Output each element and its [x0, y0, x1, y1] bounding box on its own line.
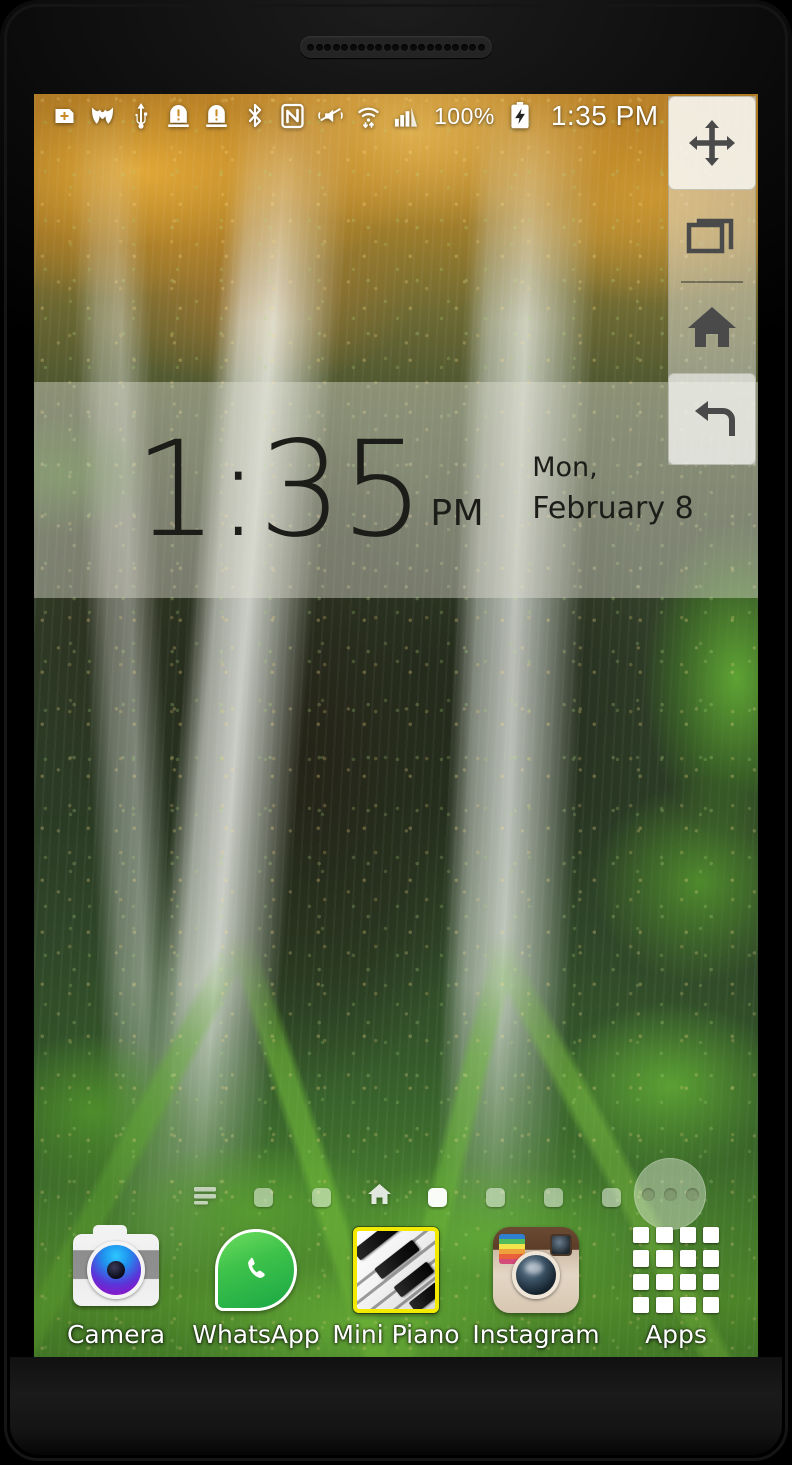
page-indicator-home[interactable]: [350, 1180, 408, 1214]
dock-item-mini-piano[interactable]: Mini Piano: [330, 1226, 462, 1349]
overflow-dot: [685, 1187, 699, 1201]
page-indicator-6[interactable]: [524, 1180, 582, 1214]
dock-item-instagram[interactable]: Instagram: [470, 1226, 602, 1349]
page-dot-active: [427, 1187, 447, 1207]
instagram-icon[interactable]: [492, 1226, 580, 1314]
speaker-hole: [418, 43, 426, 51]
speaker-hole: [392, 43, 400, 51]
bluetooth-icon: [242, 103, 267, 129]
dock-item-apps[interactable]: Apps: [610, 1226, 742, 1349]
page-indicator-7[interactable]: [582, 1180, 640, 1214]
page-indicator-menu[interactable]: [176, 1180, 234, 1214]
speaker-hole: [435, 43, 443, 51]
usb-icon: [128, 103, 153, 129]
nfc-icon: [280, 103, 305, 129]
clock-widget[interactable]: 1:35 PM Mon, February 8: [34, 382, 758, 598]
speaker-hole: [358, 43, 366, 51]
alert-warning-icon-1: [166, 103, 191, 129]
nav-recent-apps-button[interactable]: [669, 189, 755, 281]
status-bar[interactable]: 100% 1:35 PM: [34, 94, 758, 138]
medical-card-icon: [52, 103, 77, 129]
back-arrow-icon: [686, 398, 738, 440]
page-indicator-4[interactable]: [408, 1180, 466, 1214]
nav-drag-handle[interactable]: [668, 96, 756, 190]
speaker-hole: [452, 43, 460, 51]
speaker-hole: [315, 43, 323, 51]
speaker-hole: [341, 43, 349, 51]
speaker-hole: [426, 43, 434, 51]
page-indicator-1[interactable]: [234, 1180, 292, 1214]
page-dot: [485, 1187, 505, 1207]
nav-back-button[interactable]: [668, 373, 756, 465]
home-icon: [367, 1183, 392, 1211]
battery-charging-icon: [508, 102, 533, 129]
phone-screen: 100% 1:35 PM 1:35 PM Mon, February 8 Cam…: [34, 94, 758, 1366]
clock-meridiem: PM: [430, 493, 485, 535]
page-dot: [311, 1187, 331, 1207]
app-dock: Camera WhatsApp Mini Piano Instagram App…: [34, 1218, 758, 1366]
speaker-hole: [460, 43, 468, 51]
mini-piano-icon[interactable]: [352, 1226, 440, 1314]
battery-percent-label: 100%: [434, 102, 495, 129]
dock-item-whatsapp[interactable]: WhatsApp: [190, 1226, 322, 1349]
speaker-hole: [332, 43, 340, 51]
dock-label: WhatsApp: [192, 1320, 320, 1349]
speaker-hole: [409, 43, 417, 51]
home-icon: [687, 305, 737, 349]
apps-grid-icon[interactable]: [632, 1226, 720, 1314]
recent-apps-icon: [686, 215, 738, 255]
whatsapp-icon[interactable]: [212, 1226, 300, 1314]
phone-device-shell: 100% 1:35 PM 1:35 PM Mon, February 8 Cam…: [0, 0, 792, 1465]
page-indicator-5[interactable]: [466, 1180, 524, 1214]
overflow-dot: [663, 1187, 677, 1201]
dock-label: Camera: [66, 1320, 166, 1349]
earpiece-speaker-grille: [300, 36, 492, 58]
floating-navigation-panel[interactable]: [668, 96, 756, 465]
clock-date: February 8: [532, 490, 694, 526]
speaker-hole: [477, 43, 485, 51]
camera-icon[interactable]: [72, 1225, 160, 1314]
clock-time: 1:35: [134, 412, 424, 567]
dock-item-camera[interactable]: Camera: [50, 1225, 182, 1349]
w-app-icon: [90, 103, 115, 129]
wifi-icon: [356, 103, 381, 129]
speaker-hole: [324, 43, 332, 51]
speaker-hole: [443, 43, 451, 51]
speaker-hole: [375, 43, 383, 51]
speaker-hole: [401, 43, 409, 51]
dock-label: Mini Piano: [332, 1320, 460, 1349]
dock-label: Instagram: [472, 1320, 600, 1349]
speaker-hole: [366, 43, 374, 51]
page-indicator-2[interactable]: [292, 1180, 350, 1214]
status-bar-clock: 1:35 PM: [550, 100, 659, 131]
page-dot: [543, 1187, 563, 1207]
nav-home-button[interactable]: [669, 281, 755, 373]
phone-bottom-bezel: [10, 1357, 782, 1455]
page-dot: [253, 1187, 273, 1207]
dock-label: Apps: [645, 1320, 707, 1349]
speaker-hole: [307, 43, 314, 51]
list-menu-icon: [194, 1185, 216, 1210]
mute-vibrate-icon: [318, 103, 343, 129]
speaker-hole: [469, 43, 477, 51]
cell-signal-icon: [394, 103, 419, 129]
speaker-hole: [383, 43, 391, 51]
overflow-dot: [641, 1187, 655, 1201]
page-dot: [601, 1187, 621, 1207]
move-arrows-icon: [687, 118, 737, 168]
alert-warning-icon-2: [204, 103, 229, 129]
clock-time-group: 1:35 PM: [134, 412, 485, 567]
speaker-hole: [349, 43, 357, 51]
